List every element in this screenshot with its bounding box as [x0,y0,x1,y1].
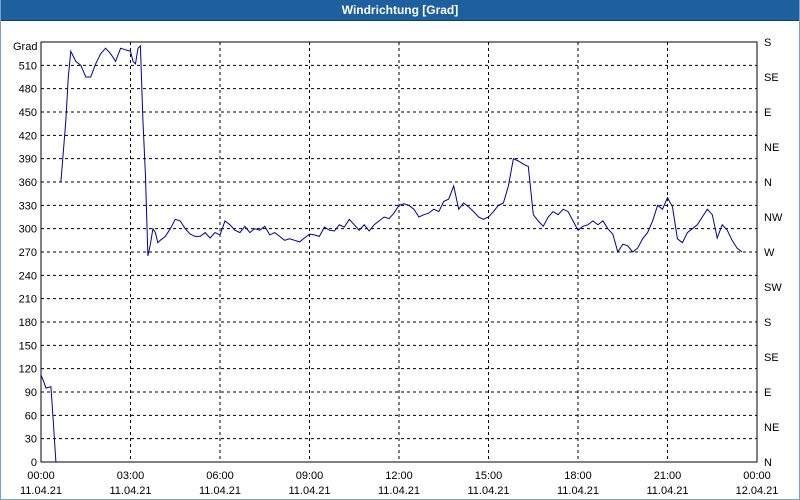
y-tick-label: 360 [19,177,37,189]
x-tick-date: 12.04.21 [736,485,779,497]
compass-tick-label: NE [764,142,779,154]
y-tick-label: 180 [19,317,37,329]
x-tick-date: 11.04.21 [199,485,241,497]
y-tick-label: 330 [19,200,37,212]
y-tick-label: 480 [19,84,37,96]
compass-tick-label: N [764,457,772,469]
compass-tick-label: E [764,387,771,399]
y-tick-label: 150 [19,340,37,352]
x-tick-date: 11.04.21 [557,485,599,497]
y-tick-label: 120 [19,364,37,376]
y-tick-label: 300 [19,224,37,236]
x-tick-date: 11.04.21 [467,485,509,497]
wind-direction-chart: 0 30 60 90 120 150 180 210 240 270 300 330 360 390 420… [13,37,783,497]
x-tick-time: 00:00 [27,470,55,482]
x-axis-ticks: 00:00 11.04.21 03:00 11.04.21 06:00 11.04.21 0… [20,470,778,497]
compass-tick-label: SE [764,352,779,364]
compass-tick-label: NE [764,422,779,434]
y-tick-label: 90 [25,387,37,399]
x-tick-date: 11.04.21 [109,485,151,497]
y-tick-label: 240 [19,270,37,282]
y-tick-label: 270 [19,247,37,259]
x-tick-date: 11.04.21 [378,485,420,497]
y-tick-label: 60 [25,410,37,422]
y2-axis-ticks: N NE E SE S SW W NW N NE E SE S [764,37,783,469]
x-tick-time: 00:00 [743,470,771,482]
x-tick-time: 06:00 [206,470,234,482]
x-tick-date: 11.04.21 [288,485,330,497]
y-tick-label: 0 [31,457,37,469]
compass-tick-label: W [764,247,775,259]
y-tick-label: 450 [19,107,37,119]
x-tick-date: 11.04.21 [20,485,62,497]
compass-tick-label: NW [764,212,783,224]
y-tick-label: 390 [19,154,37,166]
y-tick-label: 510 [19,60,37,72]
x-tick-time: 03:00 [117,470,145,482]
x-tick-time: 09:00 [296,470,324,482]
compass-tick-label: S [764,37,771,49]
x-tick-time: 21:00 [654,470,682,482]
y-axis-label: Grad [13,41,37,53]
y-tick-label: 420 [19,130,37,142]
y-tick-label: 30 [25,434,37,446]
x-tick-time: 18:00 [564,470,592,482]
chart-window: Windrichtung [Grad] 0 30 60 90 120 150 180 210 2… [0,0,800,500]
compass-tick-label: SE [764,72,779,84]
x-tick-time: 15:00 [475,470,503,482]
compass-tick-label: S [764,317,771,329]
compass-tick-label: SW [764,282,782,294]
compass-tick-label: E [764,107,771,119]
compass-tick-label: N [764,177,772,189]
y-tick-label: 210 [19,294,37,306]
x-tick-time: 12:00 [385,470,413,482]
y-axis-ticks: 0 30 60 90 120 150 180 210 240 270 300 330 360 390 420… [19,60,37,469]
x-tick-date: 11.04.21 [646,485,688,497]
